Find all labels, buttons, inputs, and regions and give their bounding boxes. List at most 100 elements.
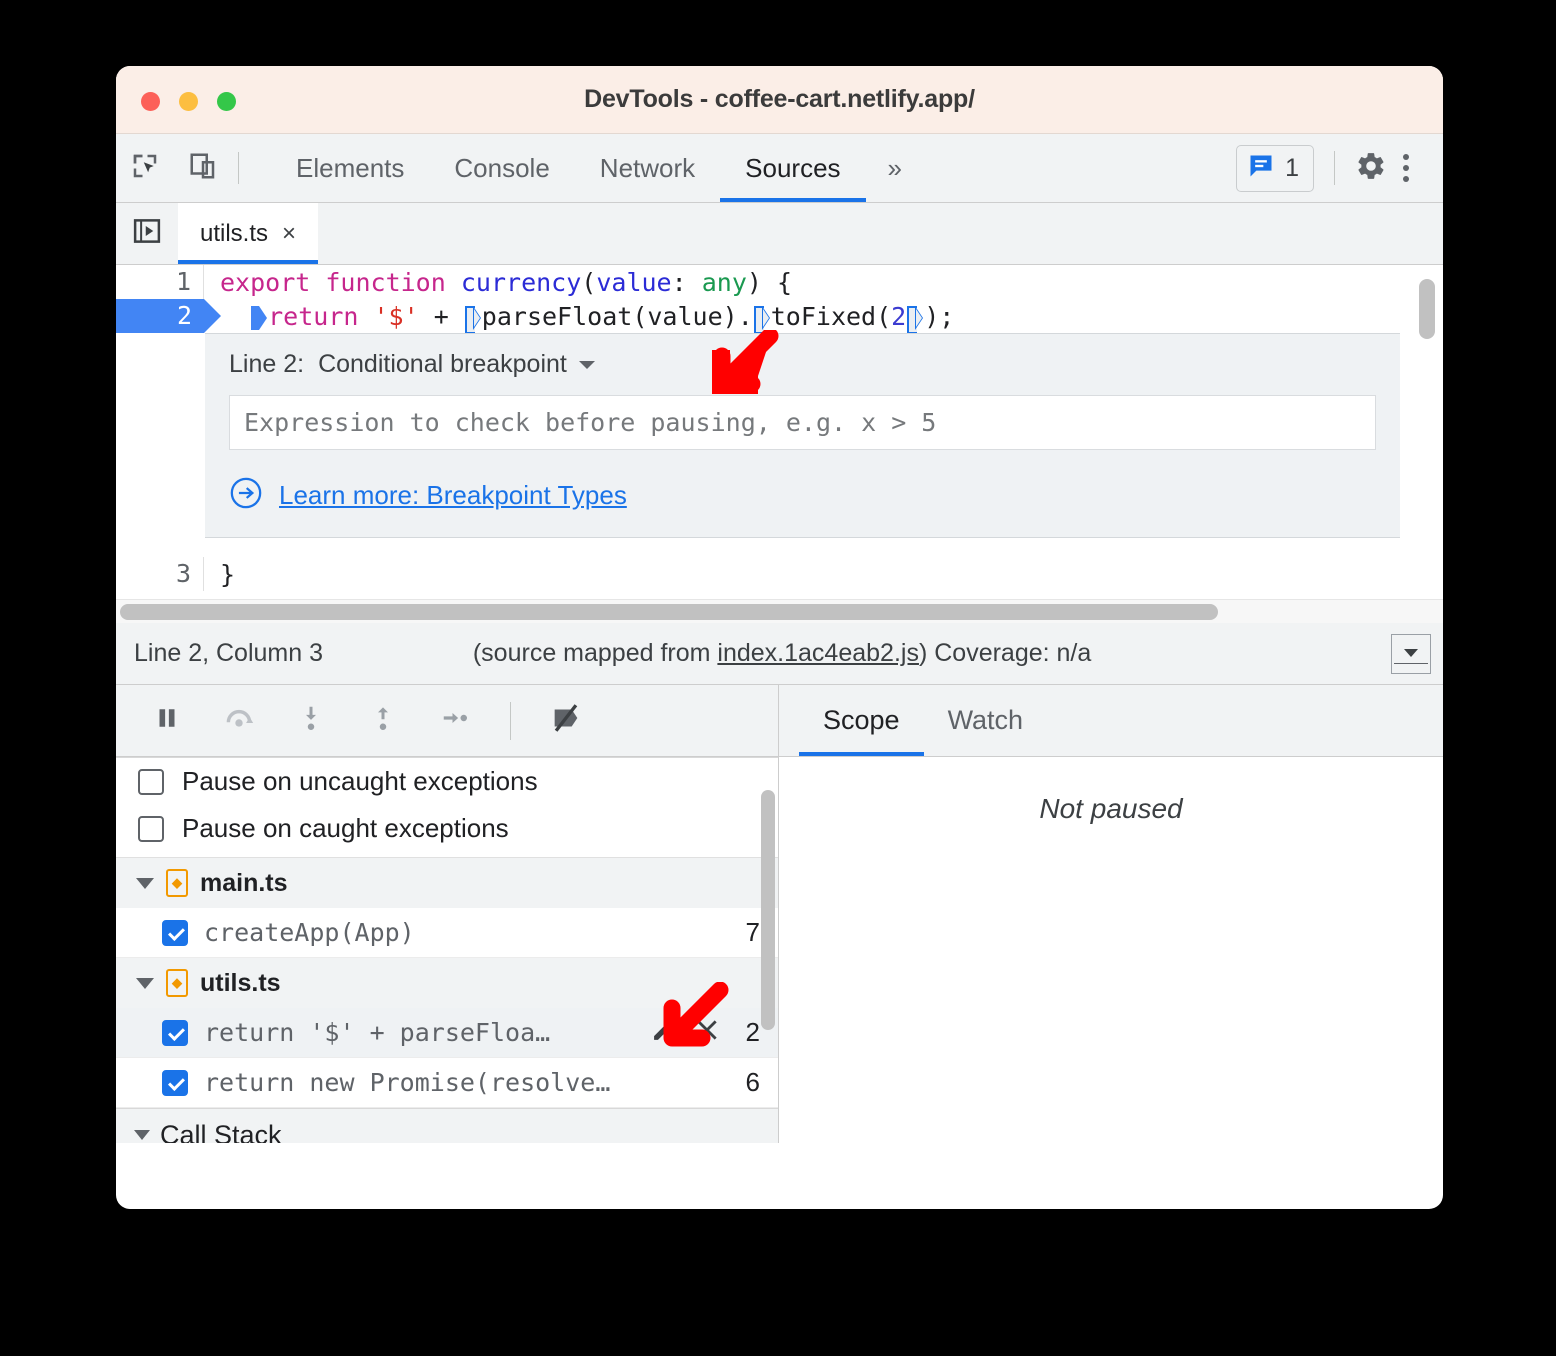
tab-network-label: Network (599, 152, 696, 183)
conditional-breakpoint-dropdown[interactable]: Conditional breakpoint (318, 350, 597, 379)
deactivate-breakpoints-button[interactable] (539, 694, 593, 748)
tab-scope[interactable]: Scope (799, 685, 924, 756)
pause-on-caught-exceptions-row[interactable]: Pause on caught exceptions (116, 805, 778, 852)
tab-elements[interactable]: Elements (271, 134, 429, 202)
tab-network[interactable]: Network (575, 134, 720, 202)
pause-on-caught-exceptions-checkbox[interactable] (138, 815, 164, 842)
breakpoint-type-label: Conditional breakpoint (318, 350, 567, 378)
breakpoint-line-number: 7 (745, 917, 760, 947)
breakpoint-enabled-checkbox[interactable] (162, 1069, 188, 1096)
breakpoint-row-selected[interactable]: return '$' + parseFloa… 2 (116, 1008, 778, 1058)
issues-count: 1 (1285, 153, 1299, 182)
editor-vertical-scrollbar[interactable] (1419, 279, 1435, 339)
issues-message-icon (1247, 152, 1275, 185)
source-file-icon: ◆ (166, 969, 188, 997)
source-file-tabstrip: utils.ts × (116, 203, 1443, 265)
show-navigator-button[interactable] (116, 203, 178, 264)
pause-on-uncaught-exceptions-row[interactable]: Pause on uncaught exceptions (116, 758, 778, 805)
tab-sources[interactable]: Sources (720, 134, 866, 202)
line-number-2-breakpoint[interactable]: 2 (116, 299, 221, 333)
issues-counter-button[interactable]: 1 (1236, 144, 1314, 192)
inline-breakpoint-marker-parsefloat[interactable] (464, 305, 481, 334)
more-tabs-button[interactable]: » (874, 134, 916, 202)
breakpoint-enabled-checkbox[interactable] (162, 919, 188, 946)
code-line-2-text: return '$' + parseFloat(value). toFixed(2… (204, 301, 955, 334)
file-tab-utils-ts[interactable]: utils.ts × (178, 203, 319, 264)
token: 2 (891, 301, 907, 331)
chevron-down-icon[interactable] (136, 977, 154, 989)
tab-console-label: Console (454, 152, 550, 183)
token: export (220, 267, 311, 297)
close-icon[interactable]: × (282, 220, 296, 248)
device-toolbar-button[interactable] (174, 134, 232, 202)
call-stack-section-header[interactable]: Call Stack (116, 1108, 778, 1143)
more-options-button[interactable] (1387, 154, 1425, 182)
breakpoints-panel-scrollbar[interactable] (761, 790, 775, 1030)
debugger-lower-area: Pause on uncaught exceptions Pause on ca… (116, 685, 1443, 1143)
breakpoint-code-snippet: return '$' + parseFloa… (204, 1018, 551, 1047)
code-line-1: 1 export function currency(value: any) { (116, 265, 1443, 299)
source-file-icon: ◆ (166, 869, 188, 897)
editor-horizontal-scrollbar-thumb[interactable] (120, 604, 1218, 620)
window-title: DevTools - coffee-cart.netlify.app/ (584, 85, 975, 113)
scope-empty-text: Not paused (1039, 793, 1183, 824)
tab-watch[interactable]: Watch (924, 685, 1048, 756)
code-line-2: 2 return '$' + parseFloat(value). toFixed… (116, 299, 1443, 334)
tab-watch-label: Watch (947, 705, 1024, 735)
breakpoint-enabled-checkbox[interactable] (162, 1019, 188, 1046)
learn-more-link[interactable]: Learn more: Breakpoint Types (279, 480, 627, 511)
step-out-icon (368, 703, 398, 738)
pencil-icon[interactable] (650, 1016, 678, 1050)
chevron-down-icon[interactable] (136, 877, 154, 889)
line-number-3[interactable]: 3 (116, 557, 204, 591)
breakpoint-row[interactable]: createApp(App) 7 (116, 908, 778, 958)
token: function (325, 267, 446, 297)
token: any (701, 267, 747, 297)
pretty-print-button[interactable] (1390, 633, 1431, 674)
scope-watch-tabstrip: Scope Watch (779, 685, 1443, 757)
token: ). (722, 301, 753, 331)
show-navigator-icon (132, 216, 162, 251)
coverage-label: Coverage: n/a (934, 639, 1092, 667)
pause-on-uncaught-exceptions-checkbox[interactable] (138, 768, 164, 795)
file-tab-label: utils.ts (200, 219, 269, 247)
token: ) { (746, 267, 793, 297)
step-into-button[interactable] (284, 694, 338, 748)
breakpoint-code-snippet: return new Promise(resolve… (204, 1068, 611, 1097)
tab-elements-label: Elements (296, 152, 405, 183)
breakpoint-row[interactable]: return new Promise(resolve… 6 (116, 1058, 778, 1108)
tab-sources-label: Sources (745, 152, 841, 183)
inline-breakpoint-marker-tofixed[interactable] (753, 305, 770, 334)
breakpoints-panel[interactable]: Pause on uncaught exceptions Pause on ca… (116, 757, 778, 1143)
token: ); (924, 301, 955, 331)
breakpoint-line-label: Line 2: (229, 350, 305, 378)
breakpoint-group-main-ts[interactable]: ◆ main.ts (116, 858, 778, 908)
step-over-button[interactable] (212, 694, 266, 748)
step-button[interactable] (428, 694, 482, 748)
inline-breakpoint-marker-return[interactable] (251, 305, 268, 330)
pretty-print-underline (1393, 662, 1428, 664)
close-x-icon[interactable] (694, 1017, 720, 1049)
tab-console[interactable]: Console (429, 134, 574, 202)
pause-script-execution-button[interactable] (140, 694, 194, 748)
chevron-down-icon[interactable] (134, 1130, 150, 1140)
inline-breakpoint-marker-arg[interactable] (907, 305, 924, 334)
inspect-element-button[interactable] (116, 134, 174, 202)
breakpoint-condition-input[interactable]: Expression to check before pausing, e.g.… (229, 395, 1376, 450)
token: ( (876, 301, 892, 331)
step-out-button[interactable] (356, 694, 410, 748)
token: value (647, 301, 723, 331)
breakpoint-group-utils-ts[interactable]: ◆ utils.ts (116, 958, 778, 1008)
source-map-link[interactable]: index.1ac4eab2.js (717, 639, 919, 667)
more-options-icon (1403, 154, 1409, 160)
devtools-main-toolbar: Elements Console Network Sources » 1 (116, 134, 1443, 203)
line-number-1[interactable]: 1 (116, 265, 204, 299)
settings-button[interactable] (1355, 150, 1387, 187)
kebab-dot (1403, 176, 1409, 182)
debugger-controls-toolbar (116, 685, 778, 757)
editor-horizontal-scrollbar-track[interactable] (116, 599, 1443, 623)
breakpoint-learn-more[interactable]: Learn more: Breakpoint Types (229, 476, 1376, 515)
source-code-editor[interactable]: 1 export function currency(value: any) {… (116, 265, 1443, 599)
pause-icon (152, 703, 182, 738)
